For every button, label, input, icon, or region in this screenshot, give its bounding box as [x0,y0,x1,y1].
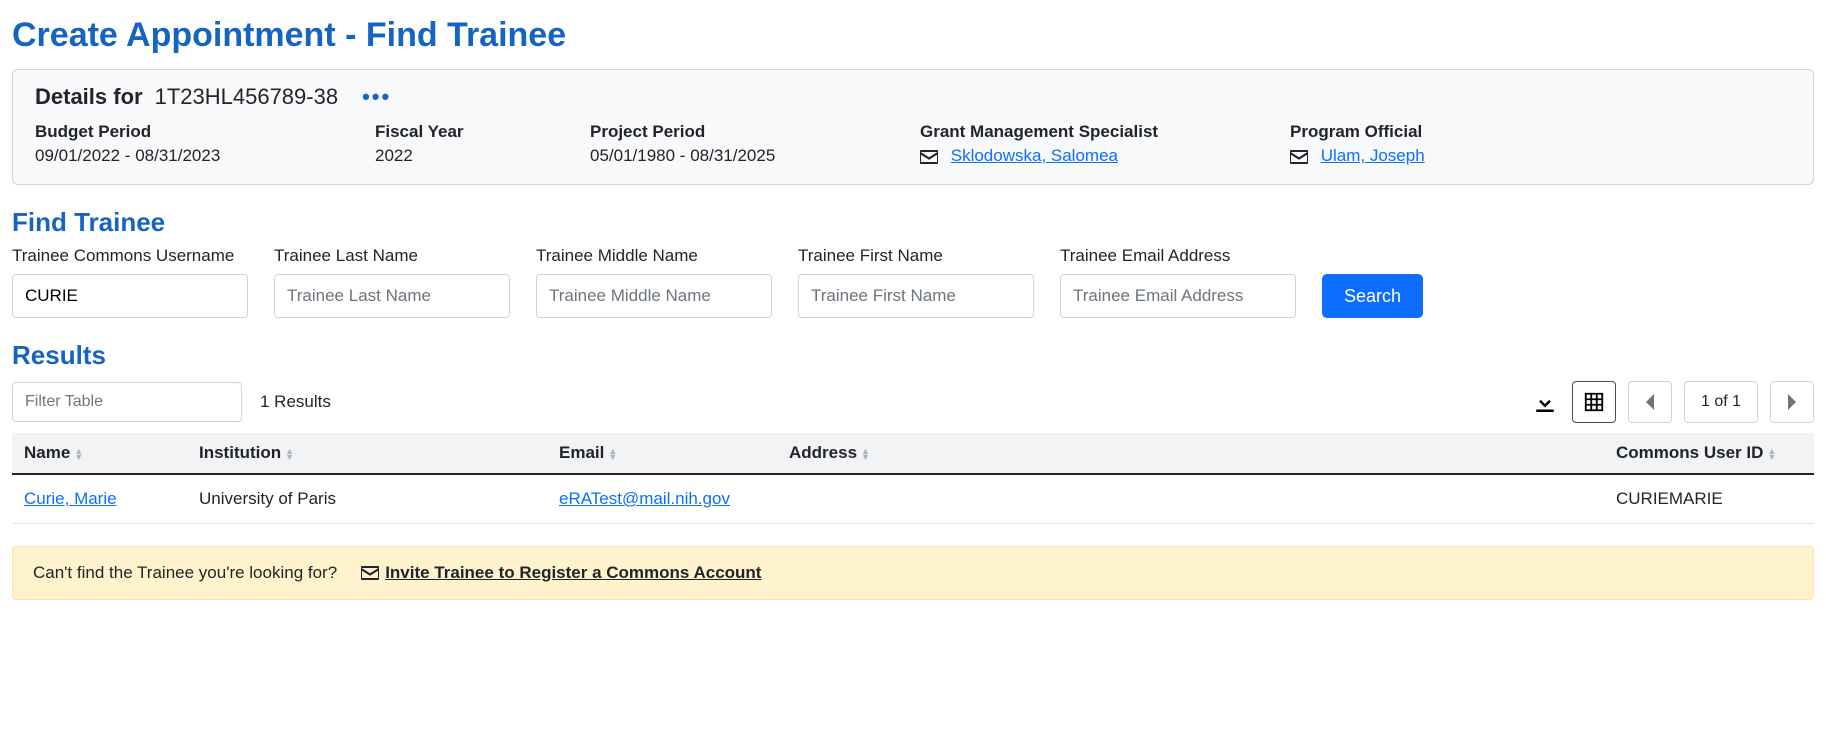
invite-trainee-link[interactable]: Invite Trainee to Register a Commons Acc… [361,563,761,583]
envelope-icon [920,150,938,164]
budget-period-value: 09/01/2022 - 08/31/2023 [35,146,375,166]
col-address[interactable]: Address▲▼ [777,433,1604,474]
firstname-label: Trainee First Name [798,246,1034,266]
details-label: Details for [35,84,143,110]
gms-label: Grant Management Specialist [920,122,1290,142]
cell-commons-id: CURIEMARIE [1604,474,1814,524]
po-label: Program Official [1290,122,1791,142]
sort-icon: ▲▼ [861,448,870,460]
cell-institution: University of Paris [187,474,547,524]
find-trainee-heading: Find Trainee [12,207,1814,238]
username-input[interactable] [12,274,248,318]
col-institution[interactable]: Institution▲▼ [187,433,547,474]
po-link[interactable]: Ulam, Joseph [1321,146,1425,165]
results-heading: Results [12,340,1814,371]
middlename-input[interactable] [536,274,772,318]
prev-page-button[interactable] [1628,381,1672,423]
invite-alert: Can't find the Trainee you're looking fo… [12,546,1814,600]
col-email[interactable]: Email▲▼ [547,433,777,474]
cell-address [777,474,1604,524]
next-page-button[interactable] [1770,381,1814,423]
results-table: Name▲▼ Institution▲▼ Email▲▼ Address▲▼ C… [12,433,1814,524]
more-actions-button[interactable]: ••• [362,86,391,108]
email-input[interactable] [1060,274,1296,318]
gms-link[interactable]: Sklodowska, Salomea [951,146,1118,165]
col-commons-id[interactable]: Commons User ID▲▼ [1604,433,1814,474]
col-name[interactable]: Name▲▼ [12,433,187,474]
project-period-label: Project Period [590,122,920,142]
alert-question: Can't find the Trainee you're looking fo… [33,563,337,583]
details-panel: Details for 1T23HL456789-38 ••• Budget P… [12,69,1814,185]
trainee-name-link[interactable]: Curie, Marie [24,489,117,508]
firstname-input[interactable] [798,274,1034,318]
sort-icon: ▲▼ [74,448,83,460]
envelope-icon [361,566,379,580]
sort-icon: ▲▼ [1767,448,1776,460]
middlename-label: Trainee Middle Name [536,246,772,266]
page-title: Create Appointment - Find Trainee [12,16,1814,55]
sort-icon: ▲▼ [285,448,294,460]
email-label: Trainee Email Address [1060,246,1296,266]
project-period-value: 05/01/1980 - 08/31/2025 [590,146,920,166]
fiscal-year-value: 2022 [375,146,590,166]
lastname-input[interactable] [274,274,510,318]
trainee-email-link[interactable]: eRATest@mail.nih.gov [559,489,730,508]
download-icon[interactable] [1530,387,1560,417]
sort-icon: ▲▼ [608,448,617,460]
fiscal-year-label: Fiscal Year [375,122,590,142]
envelope-icon [1290,150,1308,164]
page-indicator: 1 of 1 [1684,381,1758,423]
results-count: 1 Results [260,392,331,412]
lastname-label: Trainee Last Name [274,246,510,266]
filter-table-input[interactable] [12,382,242,422]
grid-view-button[interactable] [1572,381,1616,423]
search-form: Trainee Commons Username Trainee Last Na… [12,246,1814,318]
budget-period-label: Budget Period [35,122,375,142]
search-button[interactable]: Search [1322,274,1423,318]
grant-number: 1T23HL456789-38 [155,84,338,110]
table-row: Curie, Marie University of Paris eRATest… [12,474,1814,524]
username-label: Trainee Commons Username [12,246,248,266]
